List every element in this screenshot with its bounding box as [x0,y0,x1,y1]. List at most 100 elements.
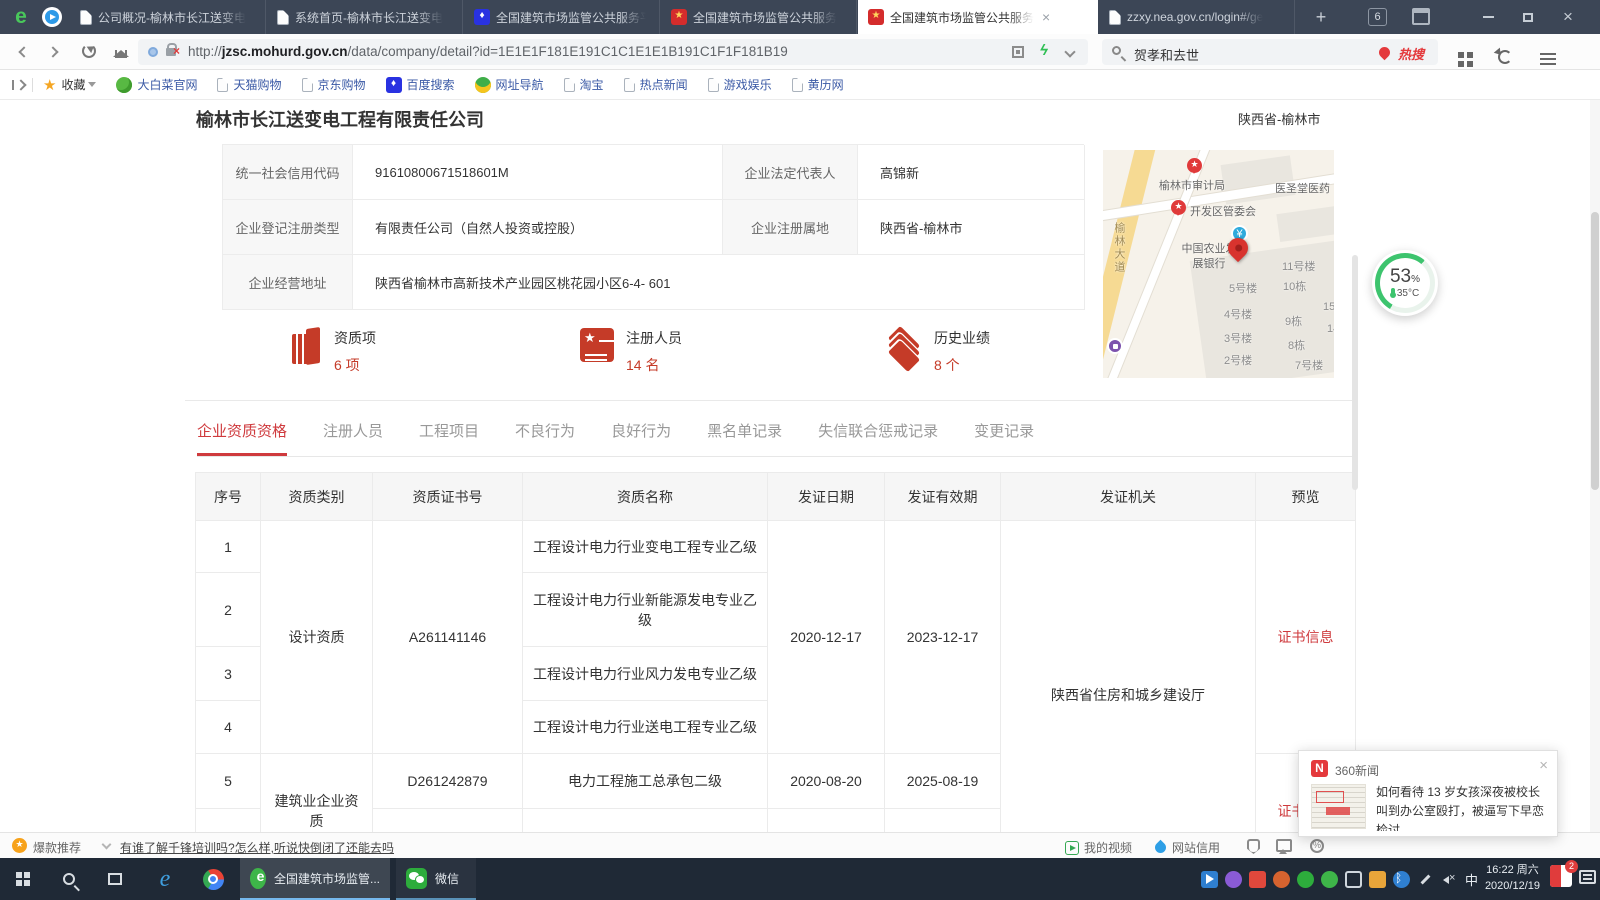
tray-security-icon[interactable] [1321,871,1338,888]
scrollbar-thumb[interactable] [1591,212,1599,490]
chrome-taskbar-button[interactable] [190,858,236,900]
apps-grid-button[interactable] [1458,42,1478,62]
search-query[interactable]: 贺孝和去世 [1134,45,1199,64]
pen-icon[interactable] [1417,871,1434,888]
tab-projects[interactable]: 工程项目 [419,420,479,456]
stat-history-performance[interactable]: 历史业绩8 个 [886,328,990,375]
hot-topic-link[interactable]: 有谁了解千锋培训吗?怎么样,听说快倒闭了还能去吗 [120,839,394,856]
tray-wechat-icon[interactable] [1297,871,1314,888]
home-button[interactable] [112,42,132,62]
bluetooth-icon[interactable] [1393,871,1410,888]
bookmark-label: 网址导航 [496,76,544,93]
active-browser-app[interactable]: 全国建筑市场监管... [240,858,390,900]
bookmark-taobao[interactable]: 淘宝 [564,76,604,93]
qr-code-icon[interactable] [1012,46,1024,58]
stat-qualifications[interactable]: 资质项6 项 [290,328,376,375]
recommend-label[interactable]: 爆款推荐 [33,839,81,856]
tab-blacklist[interactable]: 黑名单记录 [707,420,782,456]
tab-good-behavior[interactable]: 良好行为 [611,420,671,456]
menu-button[interactable] [1540,42,1560,62]
certificate-info-link[interactable]: 证书信息 [1256,521,1356,754]
search-box[interactable]: 贺孝和去世 热搜 [1102,39,1438,65]
inner-scrollbar-thumb[interactable] [1352,255,1358,490]
page-scrollbar[interactable] [1590,100,1600,832]
tab-jzsc-2[interactable]: 全国建筑市场监管公共服务 [661,0,857,34]
tray-app-icon[interactable] [1249,871,1266,888]
tab-enterprise-qualification[interactable]: 企业资质资格 [197,420,287,456]
refresh-button[interactable] [80,42,100,62]
tray-app-icon[interactable] [1273,871,1290,888]
qual-name-cell: 工程设计电力行业变电工程专业乙级 [523,521,768,573]
new-tab-button[interactable]: + [1308,5,1334,29]
battery-icon[interactable] [1345,871,1362,888]
stat-registered-personnel[interactable]: 注册人员14 名 [580,328,682,375]
baidu-icon [386,77,402,93]
qual-name-cell: 工程设计电力行业风力发电专业乙级 [523,647,768,701]
tray-app-icon[interactable] [1369,871,1386,888]
bookmark-tmall[interactable]: 天猫购物 [217,76,281,93]
site-credit-button[interactable]: 网站信用 [1155,839,1220,856]
back-button[interactable] [14,42,34,62]
bookmark-games[interactable]: 游戏娱乐 [708,76,772,93]
news-thumbnail[interactable] [1311,784,1366,829]
maximize-button[interactable] [1508,0,1548,34]
close-button[interactable]: × [1548,0,1588,34]
bookmark-dabaicai[interactable]: 大白菜官网 [116,76,197,93]
speed-ball-widget[interactable]: 53% 35°C [1372,250,1438,316]
bookmark-nav[interactable]: 网址导航 [475,76,544,93]
tab-dishonesty-records[interactable]: 失信联合惩戒记录 [818,420,938,456]
volume-muted-icon[interactable] [1441,871,1458,888]
bookmark-jd[interactable]: 京东购物 [302,76,366,93]
notification-app-icon[interactable]: 2 [1550,865,1572,887]
wechat-app[interactable]: 微信 [396,858,476,900]
tab-close-icon[interactable]: × [1042,10,1050,24]
navigator-icon[interactable] [42,7,62,27]
tab-count-badge[interactable]: 6 [1368,8,1387,26]
tab-system-home[interactable]: 系统首页-榆林市长江送变电 [267,0,463,34]
my-videos-button[interactable]: 我的视频 [1065,839,1132,856]
favorites-star-icon[interactable]: ★ [43,76,56,94]
valid-date-cell: 2023-12-17 [885,521,1001,754]
taskbar-search-button[interactable] [46,858,92,900]
recently-closed-icon[interactable] [1412,8,1430,25]
input-method-indicator[interactable]: 中 [1465,870,1478,889]
favorites-label[interactable]: 收藏 [61,76,85,93]
taskbar-clock[interactable]: 16:22 周六 2020/12/19 [1485,858,1540,900]
tab-bad-behavior[interactable]: 不良行为 [515,420,575,456]
site-favicon-icon [474,9,490,25]
image-toggle-button[interactable] [1276,839,1292,852]
start-button[interactable] [0,858,46,900]
sidebar-expand-icon[interactable] [12,80,22,90]
shield-button[interactable] [1247,839,1260,854]
minimize-button[interactable] [1468,0,1508,34]
tab-jzsc-active[interactable]: 全国建筑市场监管公共服务 × [858,0,1098,34]
browser-logo-icon[interactable]: e [10,6,32,28]
favorites-caret-icon[interactable] [88,82,96,91]
tab-jzsc-1[interactable]: 全国建筑市场监管公共服务平 [464,0,660,34]
bookmark-news[interactable]: 热点新闻 [624,76,688,93]
url-text[interactable]: http://jzsc.mohurd.gov.cn/data/company/d… [188,44,788,59]
forward-button[interactable] [46,42,66,62]
url-dropdown-icon[interactable] [1064,46,1075,57]
undo-button[interactable] [1498,42,1518,62]
hot-search-label[interactable]: 热搜 [1398,44,1424,63]
action-center-icon[interactable] [1579,870,1596,884]
tray-media-icon[interactable] [1201,871,1218,888]
zoom-button[interactable] [1310,839,1324,853]
speed-mode-icon[interactable]: ϟ [1040,42,1048,59]
ie-taskbar-button[interactable]: e [142,858,188,900]
tray-app-icon[interactable] [1225,871,1242,888]
news-text[interactable]: 如何看待 13 岁女孩深夜被校长叫到办公室殴打，被逼写下早恋检讨... [1376,783,1548,831]
tab-company-overview[interactable]: 公司概况-榆林市长江送变电 [70,0,266,34]
tab-change-records[interactable]: 变更记录 [974,420,1034,456]
company-info-table: 统一社会信用代码 91610800671518601M 企业法定代表人 高锦新 … [222,144,1084,310]
address-bar[interactable]: http://jzsc.mohurd.gov.cn/data/company/d… [138,39,1088,65]
popup-close-icon[interactable]: × [1539,757,1548,774]
tab-registered-personnel[interactable]: 注册人员 [323,420,383,456]
task-view-button[interactable] [92,858,138,900]
site-info-icon[interactable] [148,47,158,57]
location-map[interactable]: 榆林市审计局 医圣堂医药 开发区管委会 ¥ 中国农业发展银行 榆林大道 11号楼… [1103,150,1334,378]
bookmark-baidu[interactable]: 百度搜索 [386,76,455,93]
tab-nea-login[interactable]: zzxy.nea.gov.cn/login#/ge [1099,0,1295,34]
bookmark-huangli[interactable]: 黄历网 [792,76,844,93]
